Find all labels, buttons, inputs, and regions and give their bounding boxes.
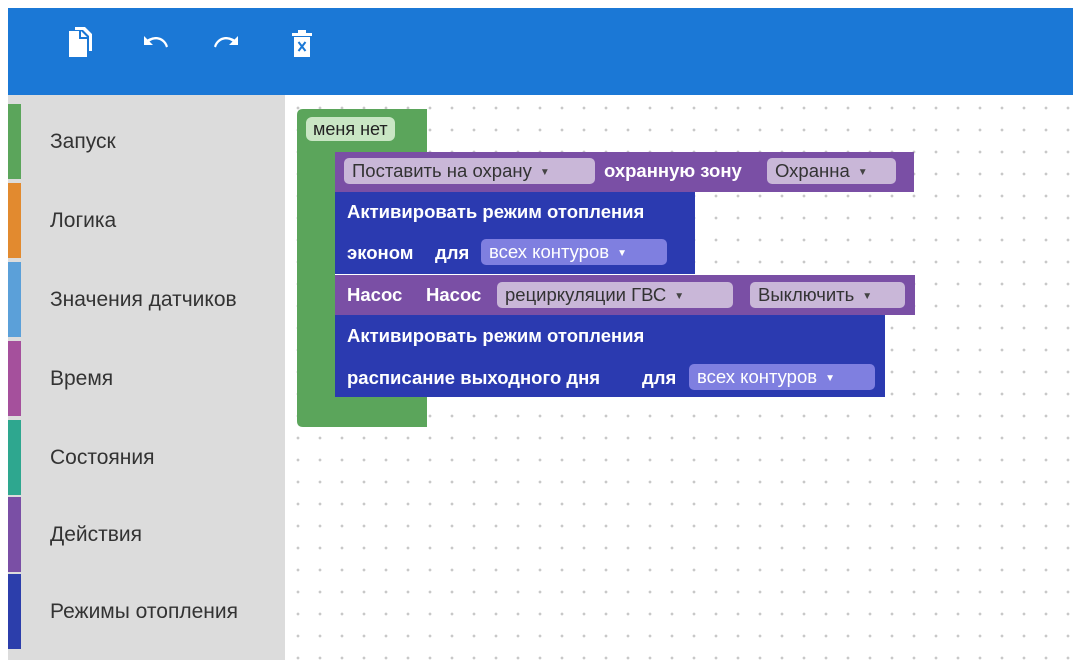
pump-type-dropdown[interactable]: рециркуляции ГВС ▼ [497, 282, 733, 308]
category-color-bar [8, 262, 21, 337]
blocks-workspace[interactable]: меня нет Поставить на охрану ▼ охранную з… [285, 95, 1073, 660]
undo-button[interactable] [136, 26, 172, 62]
app-frame: Запуск Логика Значения датчиков Время Со… [8, 8, 1073, 660]
category-heating-modes[interactable]: Режимы отопления [8, 574, 285, 649]
redo-icon [214, 36, 238, 48]
category-launch[interactable]: Запуск [8, 104, 285, 179]
dropdown-arrow-icon: ▼ [617, 248, 627, 259]
arm-action-dropdown[interactable]: Поставить на охрану ▼ [344, 158, 595, 184]
arm-zone-value: Охранна [775, 160, 850, 181]
category-time[interactable]: Время [8, 341, 285, 416]
category-color-bar [8, 104, 21, 179]
delete-icon [292, 30, 312, 57]
category-states[interactable]: Состояния [8, 420, 285, 495]
heating-for-label-1: для [435, 242, 470, 263]
arm-action-value: Поставить на охрану [352, 160, 532, 181]
category-sensor-values[interactable]: Значения датчиков [8, 262, 285, 337]
dropdown-arrow-icon: ▼ [674, 291, 685, 302]
category-sidebar: Запуск Логика Значения датчиков Время Со… [8, 95, 285, 660]
copy-button[interactable] [62, 26, 98, 62]
pump-type-value: рециркуляции ГВС [505, 284, 667, 305]
redo-button[interactable] [210, 26, 246, 62]
pump-label-1: Насос [347, 284, 403, 305]
category-label: Значения датчиков [50, 288, 237, 311]
dropdown-arrow-icon: ▼ [825, 373, 835, 384]
arm-zone-dropdown[interactable]: Охранна ▼ [767, 158, 896, 184]
dropdown-arrow-icon: ▼ [857, 167, 868, 178]
pump-state-value: Выключить [758, 284, 855, 305]
arm-zone-label: охранную зону [604, 160, 742, 181]
undo-icon [144, 36, 168, 48]
category-label: Режимы отопления [50, 600, 238, 623]
heating-mode-label-2: Активировать режим отопления [347, 325, 645, 346]
heating-mode-name-1: эконом [347, 242, 414, 263]
category-logic[interactable]: Логика [8, 183, 285, 258]
heating-mode-label-1: Активировать режим отопления [347, 201, 645, 222]
heating-for-label-2: для [642, 367, 677, 388]
container-label: меня нет [306, 117, 395, 141]
dropdown-arrow-icon: ▼ [539, 167, 550, 178]
category-color-bar [8, 341, 21, 416]
heating-circuits-value-2: всех контуров [697, 366, 818, 387]
heating-circuits-value-1: всех контуров [489, 241, 610, 262]
pump-label-2: Насос [426, 284, 482, 305]
category-color-bar [8, 497, 21, 572]
category-actions[interactable]: Действия [8, 497, 285, 572]
heating-circuits-dropdown-1[interactable]: всех контуров ▼ [481, 239, 667, 265]
delete-button[interactable] [284, 26, 320, 62]
copy-icon [69, 27, 92, 57]
category-color-bar [8, 183, 21, 258]
heating-circuits-dropdown-2[interactable]: всех контуров ▼ [689, 364, 875, 390]
category-color-bar [8, 574, 21, 649]
category-label: Время [50, 367, 114, 390]
category-label: Запуск [50, 130, 116, 153]
category-label: Состояния [50, 446, 155, 469]
category-label: Действия [50, 523, 143, 546]
category-label: Логика [50, 209, 117, 232]
heating-mode-name-2: расписание выходного дня [347, 367, 601, 388]
category-color-bar [8, 420, 21, 495]
toolbar [8, 8, 1073, 95]
pump-state-dropdown[interactable]: Выключить ▼ [750, 282, 905, 308]
dropdown-arrow-icon: ▼ [862, 291, 873, 302]
